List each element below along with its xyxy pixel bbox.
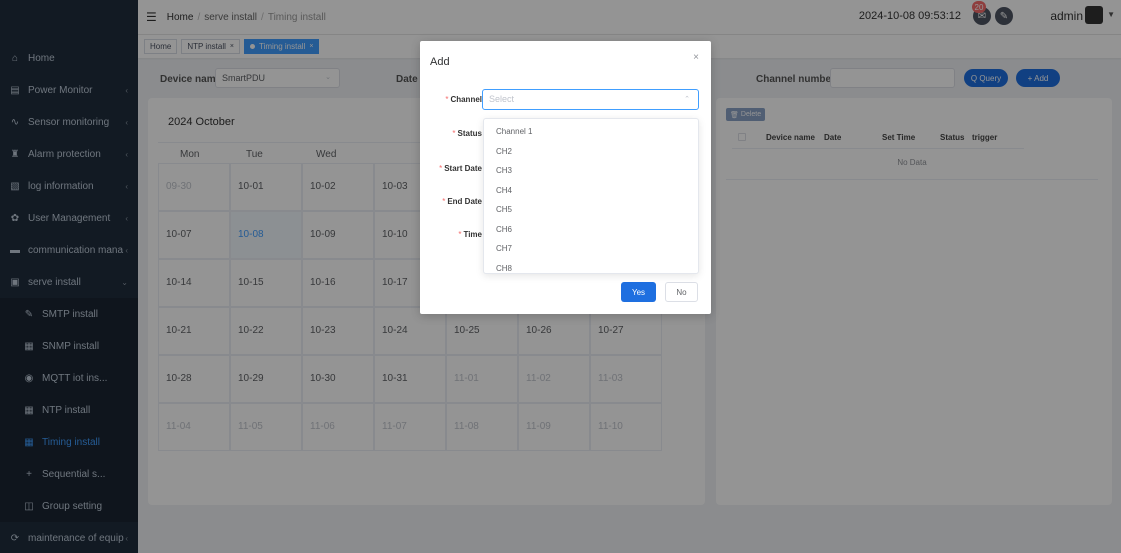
time-label: * Time: [458, 230, 482, 239]
status-label: * Status: [452, 129, 482, 138]
channel-label: * Channel: [445, 95, 482, 104]
channel-option[interactable]: CH2: [484, 142, 698, 162]
channel-option[interactable]: CH8: [484, 259, 698, 274]
start-date-label: * Start Date: [439, 164, 482, 173]
channel-option[interactable]: CH3: [484, 161, 698, 181]
channel-option[interactable]: CH4: [484, 181, 698, 201]
channel-option[interactable]: Channel 1: [484, 122, 698, 142]
chevron-up-icon: ⌃: [684, 96, 690, 103]
yes-button[interactable]: Yes: [621, 282, 656, 302]
channel-dropdown: Channel 1 CH2 CH3 CH4 CH5 CH6 CH7 CH8: [483, 118, 699, 274]
channel-select[interactable]: Select ⌃: [482, 89, 699, 110]
channel-option[interactable]: CH5: [484, 200, 698, 220]
dialog-title: Add: [430, 56, 450, 68]
close-icon[interactable]: ×: [693, 52, 699, 63]
no-button[interactable]: No: [665, 282, 698, 302]
channel-option[interactable]: CH7: [484, 239, 698, 259]
end-date-label: * End Date: [442, 197, 482, 206]
channel-option[interactable]: CH6: [484, 220, 698, 240]
